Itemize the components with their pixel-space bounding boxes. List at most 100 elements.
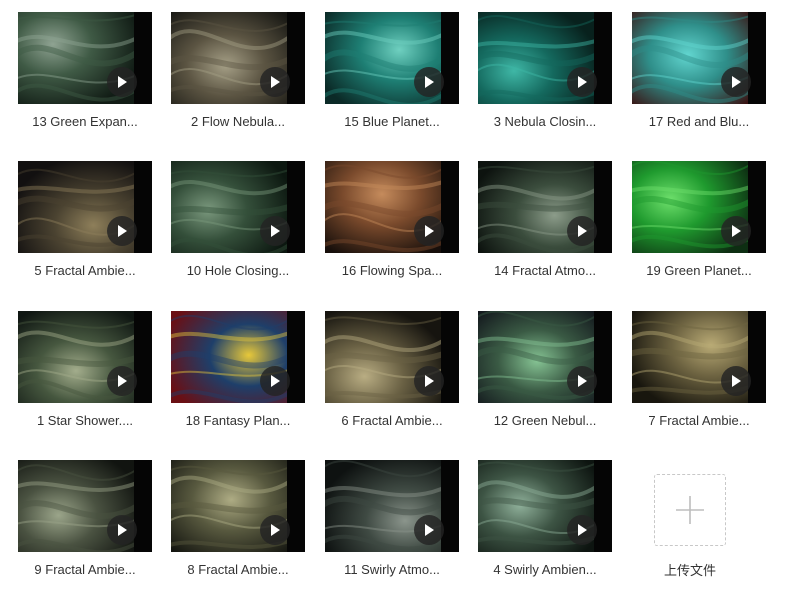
video-title: 14 Fractal Atmo... (494, 263, 596, 278)
play-button[interactable] (260, 515, 290, 545)
thumbnail-edge (441, 311, 459, 403)
video-title: 15 Blue Planet... (344, 114, 440, 129)
play-icon (425, 524, 434, 536)
video-title: 10 Hole Closing... (186, 263, 290, 278)
play-icon (578, 76, 587, 88)
video-thumbnail[interactable] (478, 460, 612, 552)
video-title: 4 Swirly Ambien... (493, 562, 597, 577)
play-button[interactable] (414, 216, 444, 246)
video-tile[interactable]: 12 Green Nebul... (478, 311, 612, 451)
video-tile[interactable]: 15 Blue Planet... (325, 12, 459, 152)
play-button[interactable] (567, 67, 597, 97)
thumbnail-edge (748, 12, 766, 104)
play-icon (578, 524, 587, 536)
video-title: 19 Green Planet... (646, 263, 752, 278)
play-button[interactable] (567, 366, 597, 396)
play-icon (271, 524, 280, 536)
play-button[interactable] (107, 67, 137, 97)
video-tile[interactable]: 10 Hole Closing... (171, 161, 305, 301)
plus-icon (676, 496, 704, 524)
video-tile[interactable]: 6 Fractal Ambie... (325, 311, 459, 451)
video-tile[interactable]: 1 Star Shower.... (18, 311, 152, 451)
thumbnail-edge (594, 460, 612, 552)
video-thumbnail[interactable] (478, 311, 612, 403)
play-icon (118, 375, 127, 387)
video-tile[interactable]: 18 Fantasy Plan... (171, 311, 305, 451)
video-title: 12 Green Nebul... (493, 413, 597, 428)
video-thumbnail[interactable] (632, 161, 766, 253)
video-title: 16 Flowing Spa... (341, 263, 443, 278)
video-tile[interactable]: 17 Red and Blu... (632, 12, 766, 152)
play-button[interactable] (260, 366, 290, 396)
video-title: 11 Swirly Atmo... (344, 562, 440, 577)
video-thumbnail[interactable] (171, 161, 305, 253)
thumbnail-edge (441, 12, 459, 104)
video-tile[interactable]: 13 Green Expan... (18, 12, 152, 152)
video-tile[interactable]: 14 Fractal Atmo... (478, 161, 612, 301)
thumbnail-edge (287, 12, 305, 104)
video-thumbnail[interactable] (18, 161, 152, 253)
video-thumbnail[interactable] (325, 311, 459, 403)
play-icon (732, 225, 741, 237)
video-title: 1 Star Shower.... (36, 413, 134, 428)
play-icon (271, 375, 280, 387)
video-thumbnail[interactable] (18, 460, 152, 552)
video-tile[interactable]: 7 Fractal Ambie... (632, 311, 766, 451)
play-button[interactable] (567, 216, 597, 246)
video-thumbnail[interactable] (18, 12, 152, 104)
play-icon (271, 225, 280, 237)
video-thumbnail[interactable] (478, 161, 612, 253)
video-tile[interactable]: 8 Fractal Ambie... (171, 460, 305, 600)
play-icon (425, 76, 434, 88)
video-tile[interactable]: 19 Green Planet... (632, 161, 766, 301)
thumbnail-edge (134, 12, 152, 104)
video-tile[interactable]: 4 Swirly Ambien... (478, 460, 612, 600)
upload-button[interactable] (654, 474, 726, 546)
play-icon (118, 225, 127, 237)
play-button[interactable] (721, 216, 751, 246)
thumbnail-edge (287, 460, 305, 552)
thumbnail-edge (441, 460, 459, 552)
video-thumbnail[interactable] (171, 460, 305, 552)
video-tile[interactable]: 16 Flowing Spa... (325, 161, 459, 301)
play-button[interactable] (260, 216, 290, 246)
play-button[interactable] (414, 366, 444, 396)
video-thumbnail[interactable] (171, 12, 305, 104)
upload-tile[interactable]: 上传文件 (654, 474, 726, 579)
video-tile[interactable]: 11 Swirly Atmo... (325, 460, 459, 600)
play-icon (732, 375, 741, 387)
video-tile[interactable]: 2 Flow Nebula... (171, 12, 305, 152)
thumbnail-edge (594, 161, 612, 253)
video-title: 13 Green Expan... (32, 114, 138, 129)
play-icon (271, 76, 280, 88)
play-icon (578, 375, 587, 387)
video-thumbnail[interactable] (478, 12, 612, 104)
video-thumbnail[interactable] (632, 12, 766, 104)
play-icon (732, 76, 741, 88)
play-button[interactable] (567, 515, 597, 545)
video-thumbnail[interactable] (325, 161, 459, 253)
play-button[interactable] (414, 515, 444, 545)
play-button[interactable] (721, 67, 751, 97)
thumbnail-edge (134, 460, 152, 552)
video-tile[interactable]: 3 Nebula Closin... (478, 12, 612, 152)
video-thumbnail[interactable] (325, 460, 459, 552)
video-title: 5 Fractal Ambie... (34, 263, 136, 278)
video-thumbnail[interactable] (171, 311, 305, 403)
video-thumbnail[interactable] (18, 311, 152, 403)
play-button[interactable] (107, 216, 137, 246)
video-thumbnail[interactable] (325, 12, 459, 104)
video-thumbnail[interactable] (632, 311, 766, 403)
video-title: 2 Flow Nebula... (191, 114, 285, 129)
video-title: 17 Red and Blu... (648, 114, 750, 129)
play-icon (425, 225, 434, 237)
thumbnail-edge (287, 311, 305, 403)
play-button[interactable] (260, 67, 290, 97)
video-tile[interactable]: 5 Fractal Ambie... (18, 161, 152, 301)
video-tile[interactable]: 9 Fractal Ambie... (18, 460, 152, 600)
play-button[interactable] (107, 366, 137, 396)
thumbnail-edge (287, 161, 305, 253)
play-button[interactable] (721, 366, 751, 396)
play-button[interactable] (414, 67, 444, 97)
play-button[interactable] (107, 515, 137, 545)
